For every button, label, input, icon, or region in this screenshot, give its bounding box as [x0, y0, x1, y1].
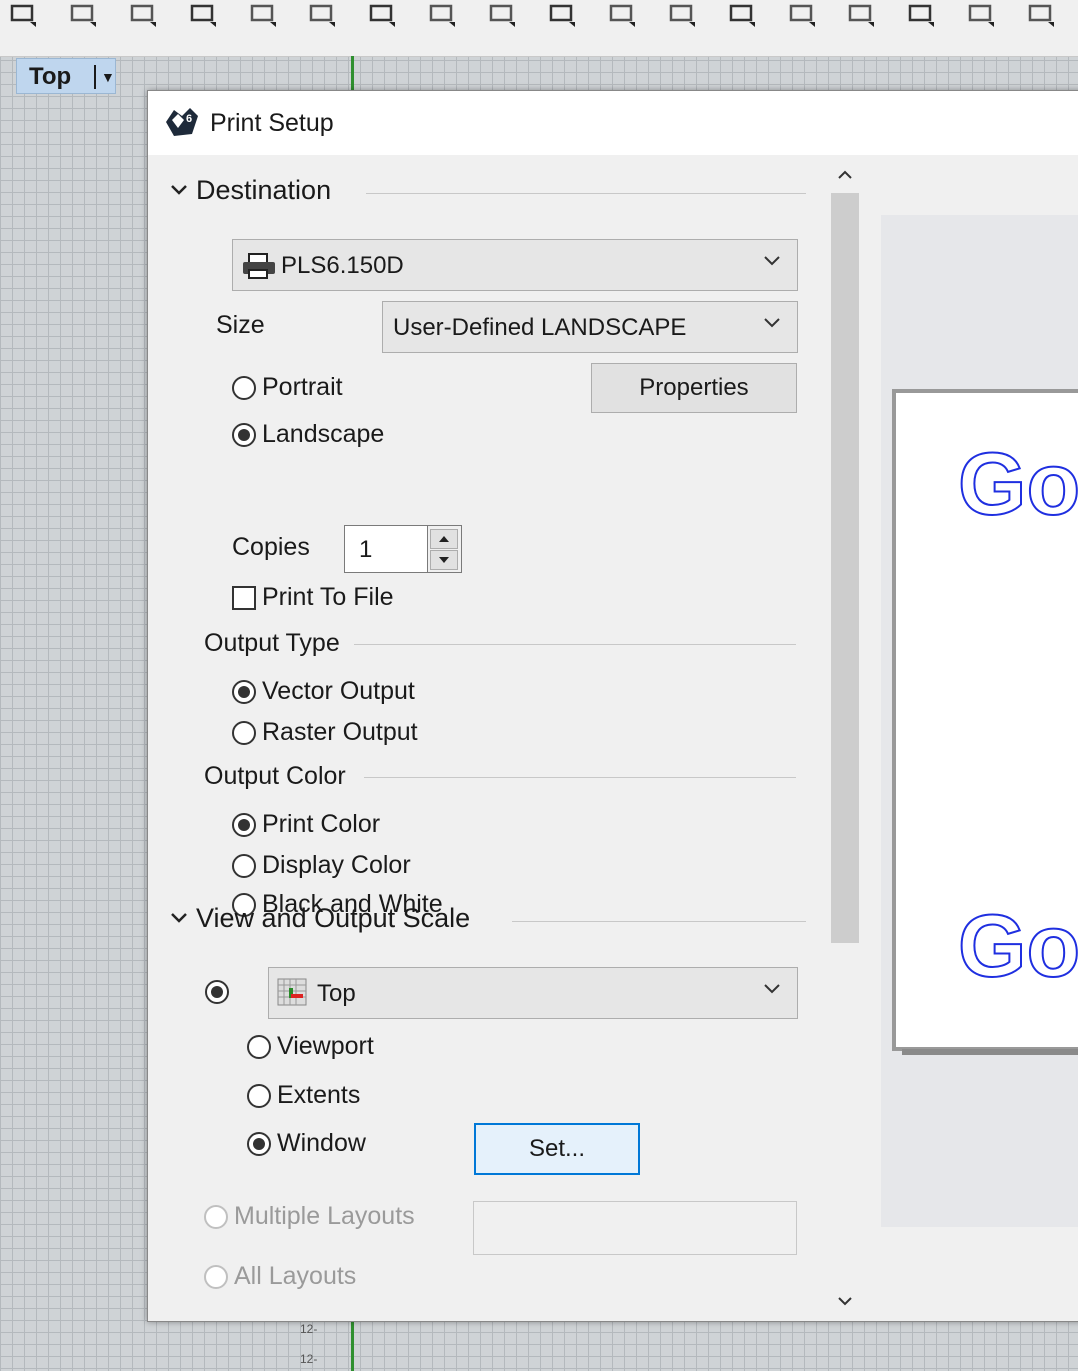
settings-panel: Destination PLS6.150D Size User-Defined … — [148, 155, 828, 1321]
axis-tick-label: 12- — [300, 1322, 318, 1336]
multiple-layouts-field[interactable] — [473, 1201, 797, 1255]
zoom-window-icon[interactable] — [607, 4, 637, 28]
display-color-radio[interactable]: Display Color — [232, 851, 411, 880]
section-view-scale-header[interactable]: View and Output Scale — [170, 903, 470, 934]
copies-stepper — [428, 525, 462, 573]
viewport-menu-arrow-icon[interactable]: ▼ — [101, 69, 115, 85]
view-source-radio[interactable] — [205, 980, 235, 1004]
size-label: Size — [216, 311, 265, 339]
viewport-radio[interactable]: Viewport — [247, 1032, 374, 1061]
copies-input[interactable]: 1 — [344, 525, 428, 573]
viewport-grid-icon — [277, 978, 307, 1011]
viewport-layout-icon[interactable] — [846, 4, 876, 28]
section-title: Destination — [196, 175, 332, 205]
copies-label: Copies — [232, 533, 310, 561]
preview-paper-shadow — [902, 1049, 1078, 1055]
section-destination-header[interactable]: Destination — [170, 175, 331, 206]
preview-text-top: Go — [957, 433, 1078, 534]
paper-size-value: User-Defined LANDSCAPE — [393, 314, 687, 341]
properties-button[interactable]: Properties — [591, 363, 797, 413]
dialog-titlebar: 6 Print Setup — [148, 91, 1078, 155]
scroll-up-icon[interactable] — [828, 163, 862, 187]
dialog-title: Print Setup — [210, 109, 334, 137]
print-icon[interactable] — [68, 4, 98, 28]
set-window-button[interactable]: Set... — [474, 1123, 640, 1175]
copy-icon[interactable] — [248, 4, 278, 28]
view-dropdown[interactable]: Top — [268, 967, 798, 1019]
printer-icon — [241, 252, 277, 285]
chevron-down-icon — [763, 316, 781, 334]
view-value: Top — [317, 980, 356, 1007]
sphere-icon[interactable] — [1026, 4, 1056, 28]
settings-scrollbar[interactable] — [828, 155, 862, 1321]
preview-text-bottom: Go — [957, 895, 1078, 996]
print-to-file-checkbox[interactable]: Print To File — [232, 583, 394, 612]
rotate-icon[interactable] — [487, 4, 517, 28]
output-type-heading: Output Type — [204, 629, 340, 657]
viewport-name: Top — [29, 63, 72, 90]
viewport-title-tab[interactable]: Top ▼ — [16, 58, 116, 94]
scroll-down-icon[interactable] — [828, 1289, 862, 1313]
zoom-extents-icon[interactable] — [667, 4, 697, 28]
print-setup-dialog: 6 Print Setup Destination PLS6.150D Size… — [147, 90, 1078, 1322]
print-color-radio[interactable]: Print Color — [232, 810, 380, 839]
extents-radio[interactable]: Extents — [247, 1081, 360, 1110]
zoom-dynamic-icon[interactable] — [787, 4, 817, 28]
zoom-selected-icon[interactable] — [727, 4, 757, 28]
stepper-down-button[interactable] — [430, 550, 458, 570]
zoom-icon[interactable] — [547, 4, 577, 28]
landscape-radio[interactable]: Landscape — [232, 420, 384, 449]
portrait-radio[interactable]: Portrait — [232, 373, 343, 402]
paper-size-dropdown[interactable]: User-Defined LANDSCAPE — [382, 301, 798, 353]
chevron-down-icon — [763, 254, 781, 272]
preview-paper: Go Go — [892, 389, 1078, 1051]
output-color-heading: Output Color — [204, 762, 346, 790]
app-logo-icon: 6 — [164, 106, 200, 138]
section-title: View and Output Scale — [196, 903, 471, 933]
stepper-up-button[interactable] — [430, 529, 458, 549]
axis-tick-label: 12- — [300, 1352, 318, 1366]
undo-icon[interactable] — [367, 4, 397, 28]
scrollbar-thumb[interactable] — [831, 193, 859, 943]
vector-output-radio[interactable]: Vector Output — [232, 677, 415, 706]
render-icon[interactable] — [966, 4, 996, 28]
chevron-down-icon — [170, 908, 196, 929]
window-radio[interactable]: Window — [247, 1129, 366, 1158]
printer-dropdown[interactable]: PLS6.150D — [232, 239, 798, 291]
new-page-icon[interactable] — [128, 4, 158, 28]
cut-icon[interactable] — [188, 4, 218, 28]
main-toolbar — [0, 0, 1078, 57]
pan-icon[interactable] — [427, 4, 457, 28]
raster-output-radio[interactable]: Raster Output — [232, 718, 418, 747]
svg-text:6: 6 — [186, 113, 192, 125]
printer-name: PLS6.150D — [281, 252, 404, 279]
open-icon[interactable] — [8, 4, 38, 28]
multiple-layouts-radio[interactable]: Multiple Layouts — [204, 1202, 415, 1231]
chevron-down-icon — [170, 180, 196, 201]
chevron-down-icon — [763, 982, 781, 1000]
shade-icon[interactable] — [906, 4, 936, 28]
paste-icon[interactable] — [307, 4, 337, 28]
all-layouts-radio[interactable]: All Layouts — [204, 1262, 356, 1291]
